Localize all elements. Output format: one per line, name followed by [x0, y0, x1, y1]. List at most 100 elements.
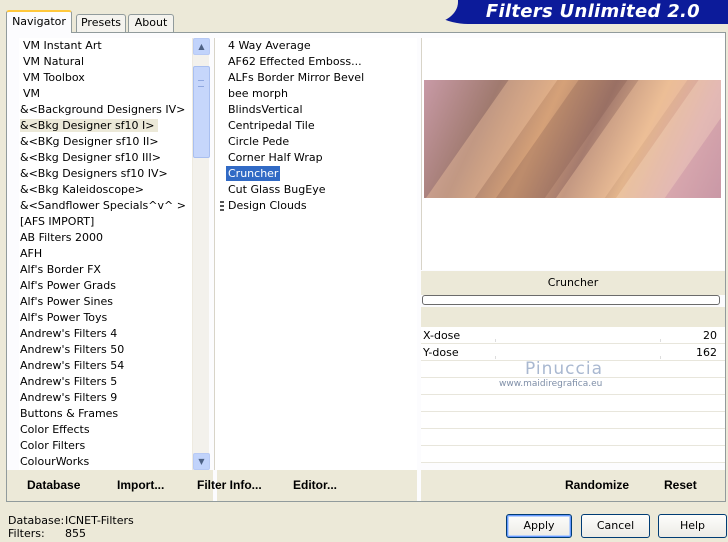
category-label: &<Bkg Designers sf10 IV> — [20, 167, 168, 180]
category-label: Color Filters — [20, 439, 86, 452]
param-row-empty — [421, 395, 725, 412]
category-item[interactable]: &<Bkg Designers sf10 IV> — [19, 166, 195, 182]
cancel-button[interactable]: Cancel — [581, 514, 650, 538]
filter-label: Circle Pede — [228, 135, 290, 148]
filter-item[interactable]: bee morph — [215, 86, 417, 102]
category-item[interactable]: ColourWorks — [19, 454, 195, 470]
filter-item[interactable]: 4 Way Average — [215, 38, 417, 54]
category-label: Alf's Power Grads — [20, 279, 116, 292]
category-item[interactable]: Andrew's Filters 54 — [19, 358, 195, 374]
category-label: Andrew's Filters 50 — [20, 343, 125, 356]
category-label: &<Bkg Designer sf10 I> — [20, 119, 158, 132]
category-item[interactable]: Andrew's Filters 50 — [19, 342, 195, 358]
filter-item[interactable]: Cut Glass BugEye — [215, 182, 417, 198]
scroll-down-icon[interactable]: ▼ — [193, 453, 210, 470]
filter-label: BlindsVertical — [228, 103, 303, 116]
category-item[interactable]: &<Bkg Designer sf10 III> — [19, 150, 195, 166]
filters-label: Filters: — [8, 527, 45, 540]
category-scrollbar[interactable]: ▲ ▼ — [192, 38, 210, 470]
filter-label: 4 Way Average — [228, 39, 311, 52]
scroll-grip-icon — [198, 80, 204, 87]
separator — [421, 307, 725, 327]
filter-item[interactable]: ALFs Border Mirror Bevel — [215, 70, 417, 86]
category-item[interactable]: &<Bkg Kaleidoscope> — [19, 182, 195, 198]
apply-button[interactable]: Apply — [506, 514, 572, 538]
filter-item[interactable]: Centripedal Tile — [215, 118, 417, 134]
param-value: 20 — [703, 329, 717, 342]
category-item[interactable]: Alf's Border FX — [19, 262, 195, 278]
filter-list[interactable]: 4 Way Average AF62 Effected Emboss... ALFs… — [214, 38, 417, 470]
category-item[interactable]: Alf's Power Sines — [19, 294, 195, 310]
category-item[interactable]: Color Effects — [19, 422, 195, 438]
reset-button[interactable]: Reset — [664, 478, 697, 492]
progress-bar — [422, 295, 720, 305]
category-item[interactable]: [AFS IMPORT] — [19, 214, 195, 230]
category-item[interactable]: &<Sandflower Specials^v^ > — [19, 198, 195, 214]
title-banner: Filters Unlimited 2.0 — [418, 0, 728, 24]
category-item[interactable]: &<Background Designers IV> — [19, 102, 195, 118]
category-list[interactable]: VM Instant Art VM Natural VM Toolbox VM &<Ba… — [19, 38, 195, 470]
import-button[interactable]: Import... — [117, 478, 164, 492]
database-button[interactable]: Database — [27, 478, 80, 492]
filter-item[interactable]: Design Clouds — [215, 198, 417, 214]
category-item[interactable]: Andrew's Filters 9 — [19, 390, 195, 406]
filter-item[interactable]: Corner Half Wrap — [215, 150, 417, 166]
category-item[interactable]: Alf's Power Toys — [19, 310, 195, 326]
filter-label: Centripedal Tile — [228, 119, 315, 132]
category-label: VM Instant Art — [23, 39, 102, 52]
param-name: Y-dose — [423, 346, 459, 359]
category-label: VM Toolbox — [23, 71, 85, 84]
category-item[interactable]: VM Instant Art — [19, 38, 195, 54]
category-item[interactable]: VM Toolbox — [19, 70, 195, 86]
filter-label: Cruncher — [226, 166, 281, 181]
banner-title: Filters Unlimited 2.0 — [485, 1, 700, 22]
filter-info-button[interactable]: Filter Info... — [197, 478, 262, 492]
watermark-url: www.maidiregrafica.eu — [499, 379, 603, 389]
category-label: Andrew's Filters 54 — [20, 359, 125, 372]
category-item[interactable]: Buttons & Frames — [19, 406, 195, 422]
randomize-button[interactable]: Randomize — [565, 478, 629, 492]
category-item[interactable]: &<BKg Designer sf10 II> — [19, 134, 195, 150]
main-frame: VM Instant Art VM Natural VM Toolbox VM &<Ba… — [6, 32, 726, 502]
filter-item[interactable]: AF62 Effected Emboss... — [215, 54, 417, 70]
param-name: X-dose — [423, 329, 461, 342]
category-item[interactable]: Andrew's Filters 5 — [19, 374, 195, 390]
scroll-up-icon[interactable]: ▲ — [193, 38, 210, 55]
category-item[interactable]: VM — [19, 86, 195, 102]
category-item[interactable]: Alf's Power Grads — [19, 278, 195, 294]
list-grip-icon — [220, 201, 224, 211]
category-item[interactable]: AB Filters 2000 — [19, 230, 195, 246]
filter-label: Cut Glass BugEye — [228, 183, 326, 196]
watermark-name: Pinuccia — [525, 359, 603, 379]
category-label: &<Bkg Kaleidoscope> — [20, 183, 145, 196]
category-item[interactable]: Color Filters — [19, 438, 195, 454]
filters-count: 855 — [65, 527, 86, 540]
category-label: Alf's Power Sines — [20, 295, 113, 308]
param-row-x-dose[interactable]: X-dose 20 — [421, 327, 725, 344]
tab-navigator[interactable]: Navigator — [6, 10, 72, 33]
category-label: Andrew's Filters 4 — [20, 327, 118, 340]
category-label: Andrew's Filters 9 — [20, 391, 118, 404]
filter-item[interactable]: Circle Pede — [215, 134, 417, 150]
divider — [417, 470, 421, 501]
category-label: VM — [23, 87, 41, 100]
tab-presets[interactable]: Presets — [76, 14, 126, 32]
filter-item[interactable]: Cruncher — [215, 166, 417, 182]
category-label: Alf's Power Toys — [20, 311, 108, 324]
param-slider[interactable] — [495, 339, 661, 342]
filter-label: AF62 Effected Emboss... — [228, 55, 362, 68]
category-label: Color Effects — [20, 423, 90, 436]
category-item[interactable]: &<Bkg Designer sf10 I> — [19, 118, 195, 134]
filter-item[interactable]: BlindsVertical — [215, 102, 417, 118]
tab-about[interactable]: About — [128, 14, 174, 32]
current-filter-name: Cruncher — [421, 271, 725, 295]
category-item[interactable]: VM Natural — [19, 54, 195, 70]
category-item[interactable]: AFH — [19, 246, 195, 262]
category-label: &<Bkg Designer sf10 III> — [20, 151, 162, 164]
editor-button[interactable]: Editor... — [293, 478, 337, 492]
parameter-panel: X-dose 20 Y-dose 162 — [421, 327, 725, 470]
help-button[interactable]: Help — [658, 514, 727, 538]
category-label: VM Natural — [23, 55, 85, 68]
filter-label: bee morph — [228, 87, 288, 100]
category-item[interactable]: Andrew's Filters 4 — [19, 326, 195, 342]
